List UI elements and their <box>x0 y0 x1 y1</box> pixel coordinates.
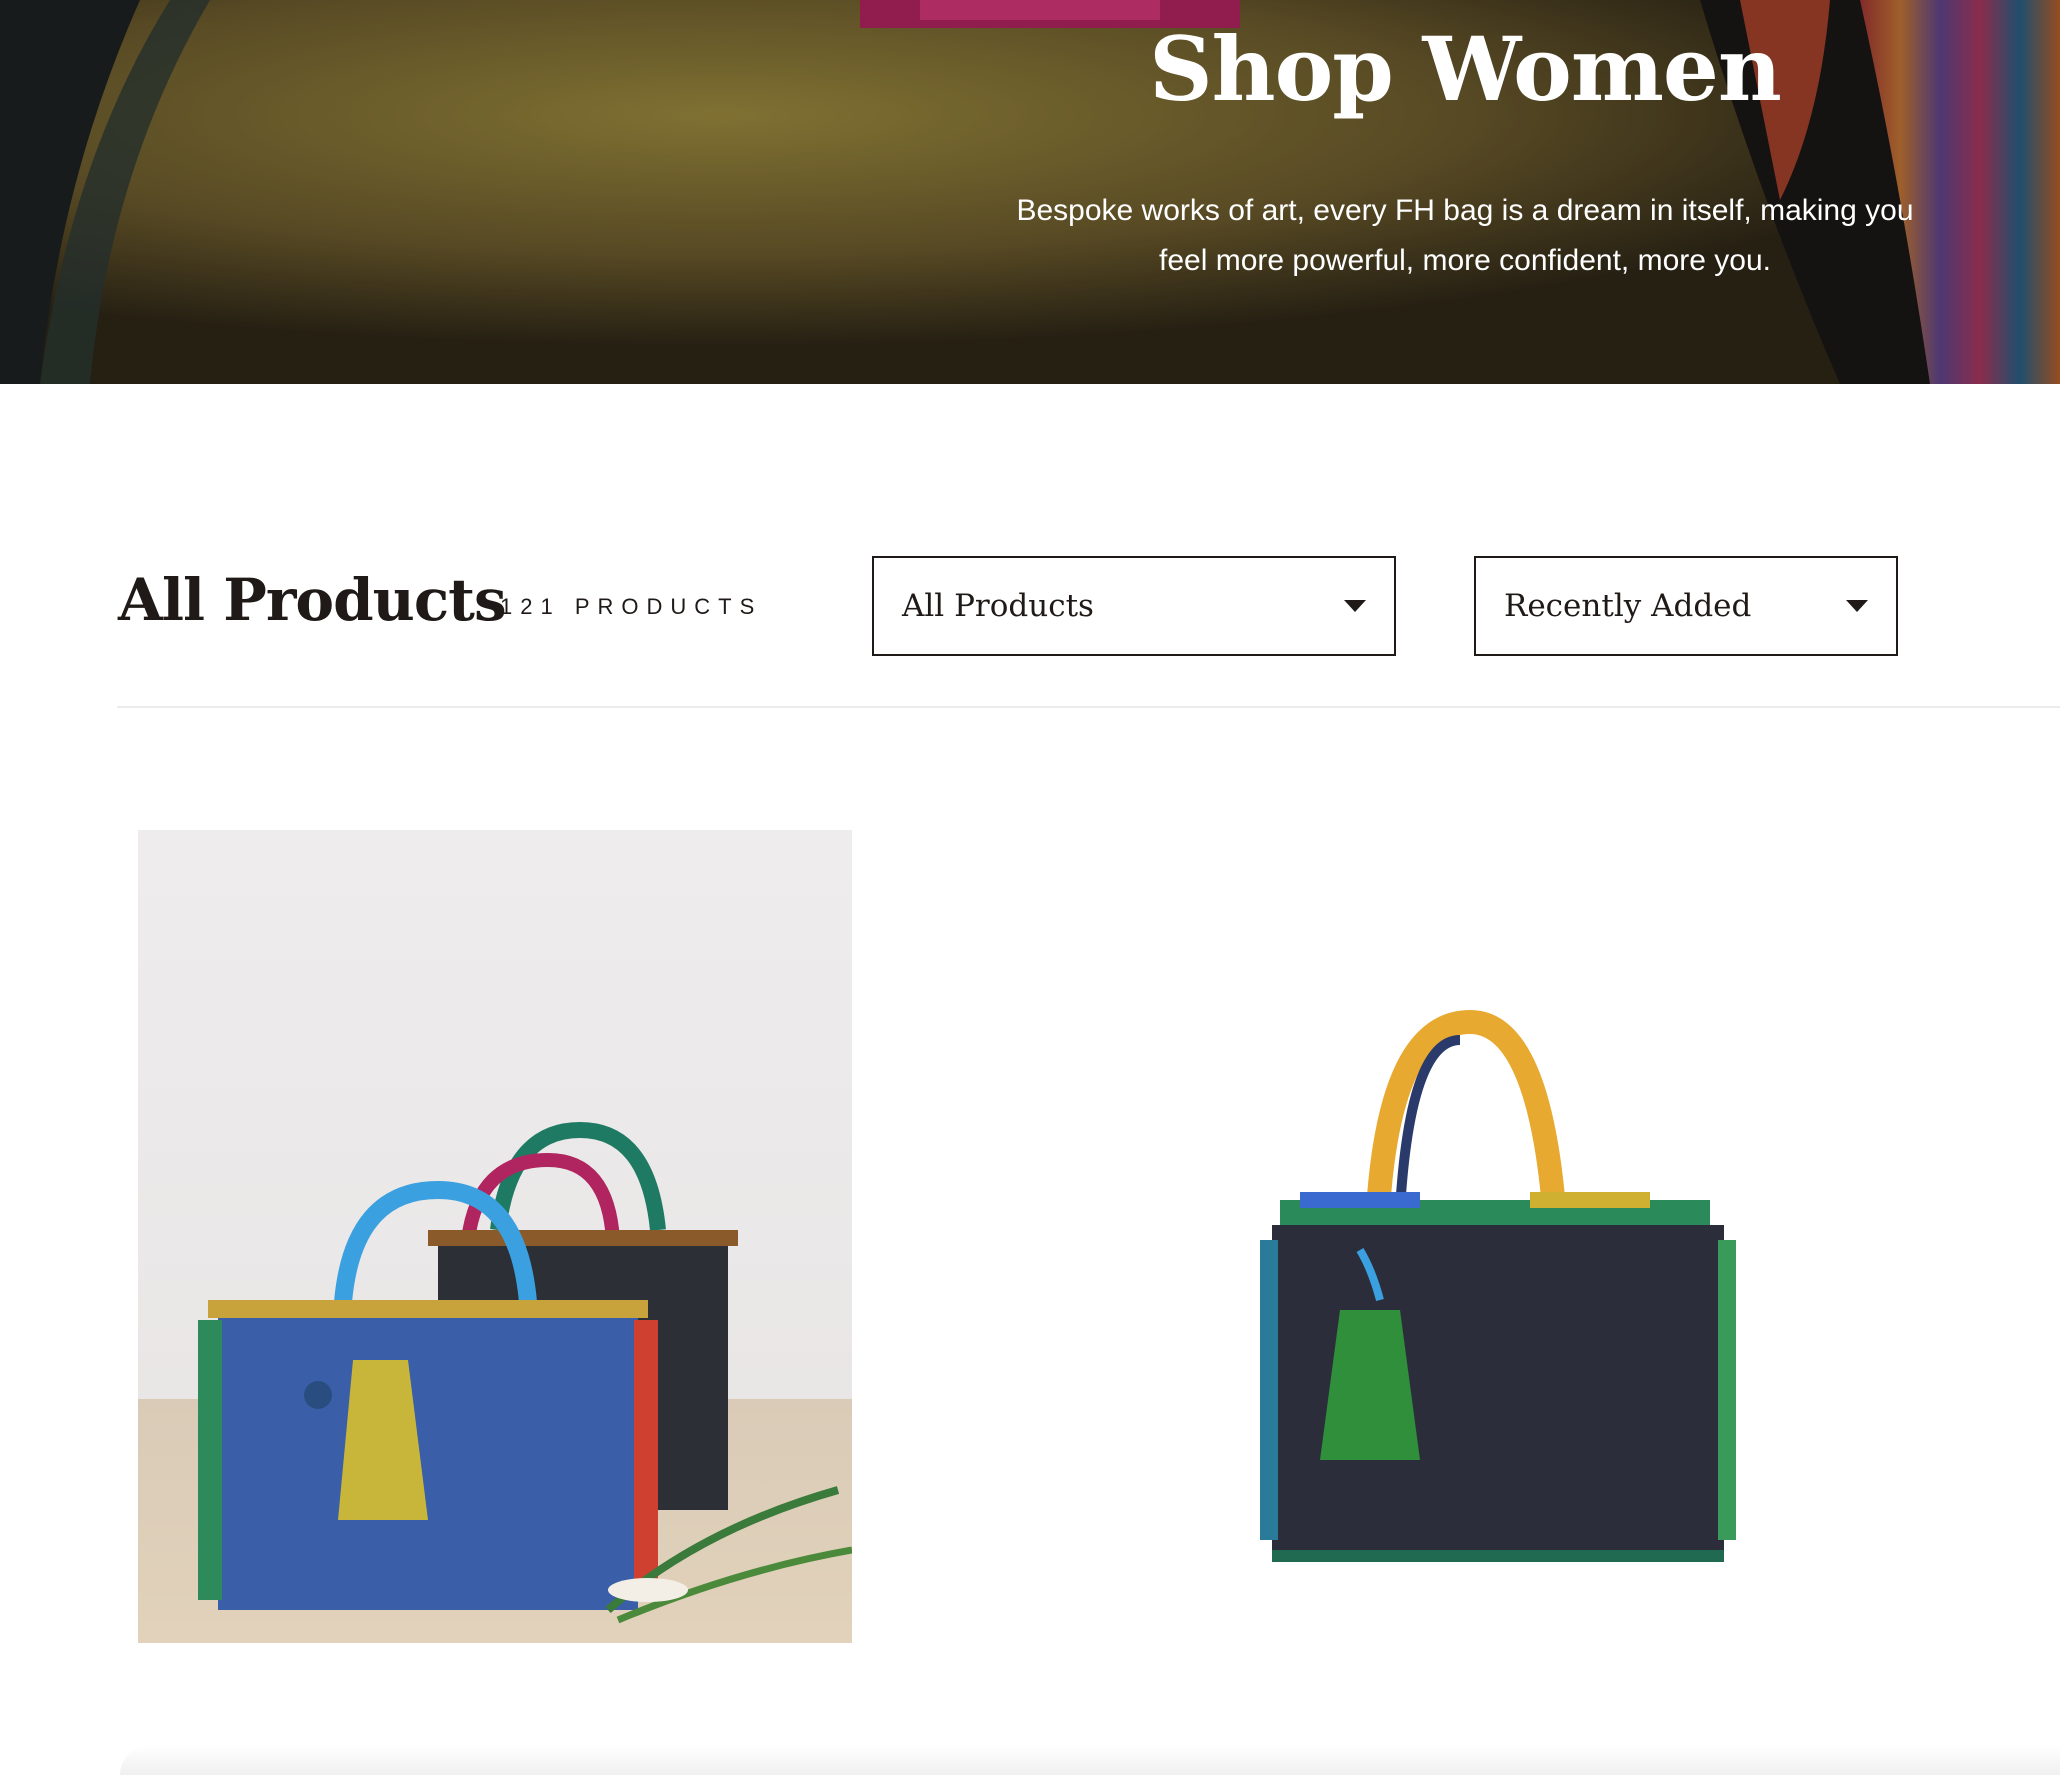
toolbar-divider <box>117 706 2060 708</box>
product-card[interactable] <box>138 830 852 1643</box>
filter-dropdown-value: All Products <box>902 588 1094 624</box>
product-card[interactable] <box>1100 830 1814 1643</box>
product-count: 121 PRODUCTS <box>500 594 763 619</box>
hero-banner: Shop Women Bespoke works of art, every F… <box>0 0 2060 384</box>
page-title: All Products <box>118 566 507 634</box>
product-image <box>1260 1009 1736 1562</box>
bottom-edge-shadow <box>120 1745 2060 1775</box>
sort-dropdown[interactable]: Recently Added <box>1474 556 1898 656</box>
hero-title: Shop Women <box>1149 17 1782 121</box>
sort-dropdown-value: Recently Added <box>1504 588 1752 624</box>
caret-down-icon <box>1344 600 1366 612</box>
product-image <box>198 1121 852 1624</box>
hero-subtitle-line1: Bespoke works of art, every FH bag is a … <box>1016 194 1914 227</box>
filter-dropdown[interactable]: All Products <box>872 556 1396 656</box>
hero-subtitle: Bespoke works of art, every FH bag is a … <box>970 186 1960 286</box>
caret-down-icon <box>1846 600 1868 612</box>
hero-subtitle-line2: feel more powerful, more confident, more… <box>1159 244 1771 277</box>
